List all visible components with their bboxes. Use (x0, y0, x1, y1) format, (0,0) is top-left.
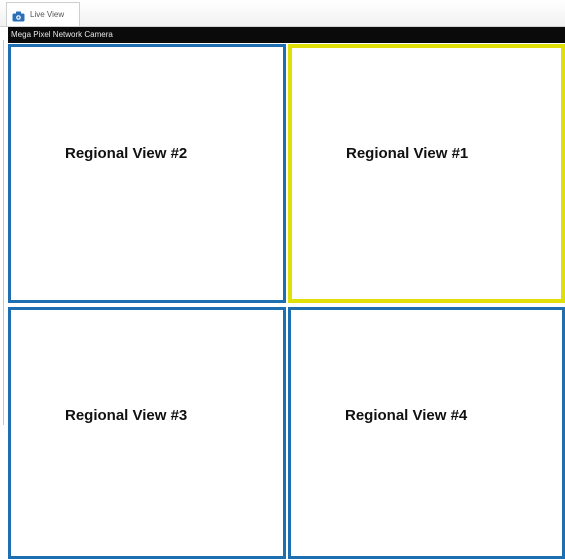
tab-label: Live View (30, 10, 65, 19)
window-title: Mega Pixel Network Camera (11, 30, 113, 39)
regional-view-2[interactable]: Regional View #2 (8, 44, 286, 303)
regional-view-label: Regional View #4 (345, 407, 468, 424)
regional-view-3[interactable]: Regional View #3 (8, 307, 286, 559)
divider (3, 40, 4, 425)
regional-view-label: Regional View #3 (65, 407, 188, 424)
tab-bar: Live View (0, 0, 565, 27)
regional-view-4[interactable]: Regional View #4 (288, 307, 565, 559)
camera-icon (12, 9, 25, 22)
regional-view-label: Regional View #2 (65, 145, 188, 162)
regional-view-1[interactable]: Regional View #1 (288, 44, 565, 303)
regional-view-label: Regional View #1 (346, 145, 469, 162)
window-title-bar: Mega Pixel Network Camera (8, 27, 565, 43)
tab-live-view[interactable]: Live View (6, 2, 80, 26)
regional-view-grid: Regional View #2 Regional View #1 Region… (8, 44, 565, 559)
